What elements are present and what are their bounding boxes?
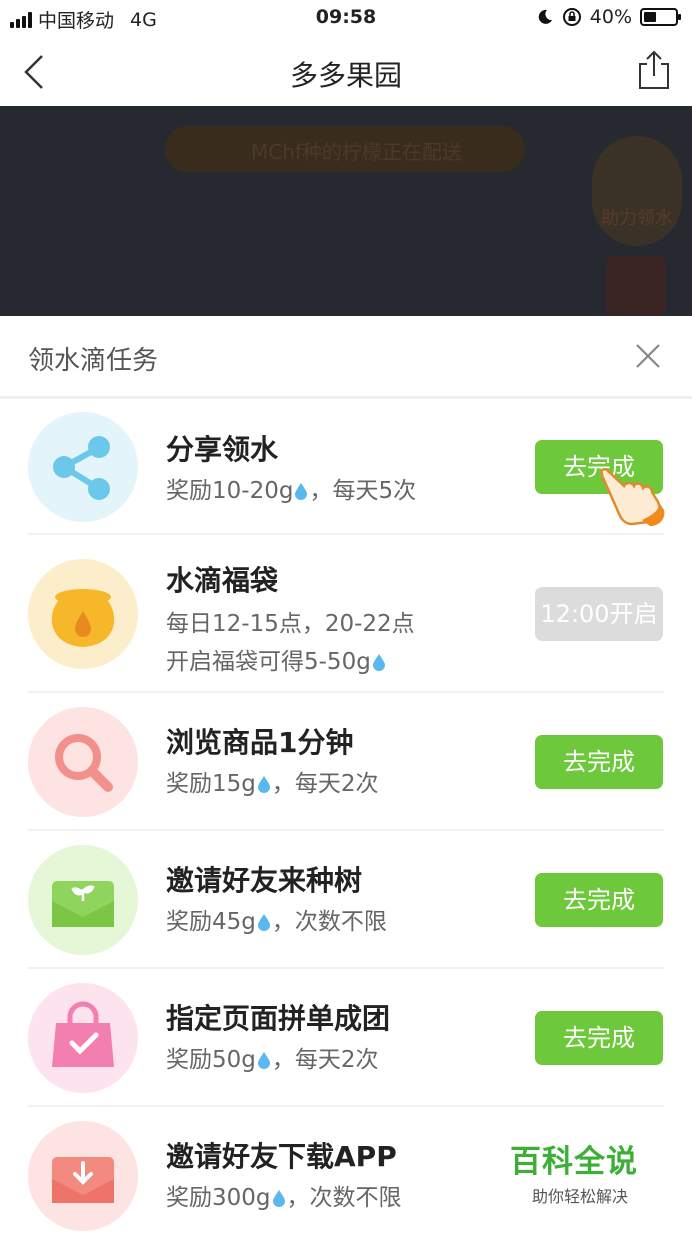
task-name: 邀请好友下载APP <box>166 1140 397 1173</box>
delivery-banner-text: MChf种的柠檬正在配送 <box>251 140 462 164</box>
lucky-bag-icon <box>28 559 138 669</box>
task-reward-limit: ，每天2次 <box>271 1047 379 1073</box>
heart-badge-icon <box>606 256 666 316</box>
water-drop-icon <box>257 776 270 793</box>
task-reward-limit: ，次数不限 <box>271 909 387 935</box>
task-reward-amount: 开启福袋可得5-50g <box>166 649 371 675</box>
task-browse: 浏览商品1分钟 奖励15g ，每天2次 去完成 <box>0 693 692 831</box>
navigation-bar: 多多果园 <box>0 36 692 106</box>
task-panel-title: 领水滴任务 <box>28 346 159 376</box>
task-reward-limit: ，每天5次 <box>309 478 417 504</box>
task-schedule: 每日12-15点，20-22点 <box>166 611 415 637</box>
envelope-sprout-icon <box>28 845 138 955</box>
do-task-button[interactable]: 去完成 <box>535 1011 663 1065</box>
task-name: 分享领水 <box>166 433 279 466</box>
water-drop-icon <box>372 654 385 671</box>
help-get-water-label: 助力领水 <box>601 208 673 229</box>
task-reward: 奖励10-20g ，每天5次 <box>166 472 416 510</box>
task-reward: 开启福袋可得5-50g <box>166 643 387 681</box>
water-drop-icon <box>257 914 270 931</box>
battery-percent: 40% <box>589 6 632 28</box>
task-name: 浏览商品1分钟 <box>166 726 354 759</box>
task-reward-amount: 奖励15g <box>166 771 256 797</box>
task-name: 指定页面拼单成团 <box>166 1002 391 1035</box>
task-reward-amount: 奖励50g <box>166 1047 256 1073</box>
moon-icon <box>538 9 552 24</box>
open-time-button: 12:00开启 <box>535 587 663 641</box>
status-right: 40% <box>536 6 681 28</box>
task-name: 水滴福袋 <box>166 564 279 597</box>
task-reward: 奖励45g ，次数不限 <box>166 903 387 941</box>
close-icon[interactable] <box>634 342 662 370</box>
delivery-banner: MChf种的柠檬正在配送 <box>165 126 525 172</box>
task-reward-amount: 奖励10-20g <box>166 478 294 504</box>
help-get-water-button: 助力领水 <box>592 136 682 246</box>
task-reward-limit: ，次数不限 <box>286 1185 402 1211</box>
page-title: 多多果园 <box>289 59 402 92</box>
pointing-hand-icon <box>600 467 665 526</box>
status-bar: 中国移动 4G 09:58 40% <box>0 0 692 36</box>
task-reward-amount: 奖励45g <box>166 909 256 935</box>
do-task-button[interactable]: 去完成 <box>535 735 663 789</box>
task-lucky-bag: 水滴福袋 每日12-15点，20-22点 开启福袋可得5-50g 12:00开启 <box>0 535 692 693</box>
shopping-bag-icon <box>28 983 138 1093</box>
task-reward: 奖励50g ，每天2次 <box>166 1041 379 1079</box>
task-reward-amount: 奖励300g <box>166 1185 271 1211</box>
rotation-lock-icon <box>562 8 581 26</box>
share-icon[interactable] <box>636 48 672 92</box>
magnifier-icon <box>28 707 138 817</box>
water-drop-icon <box>257 1052 270 1069</box>
task-panel-header: 领水滴任务 <box>0 316 692 399</box>
task-share: 分享领水 奖励10-20g ，每天5次 去完成 <box>0 398 692 535</box>
watermark: 百科全说 助你轻松解决 <box>510 1136 650 1207</box>
task-reward: 奖励300g ，次数不限 <box>166 1179 402 1217</box>
watermark-title: 百科全说 <box>510 1144 638 1180</box>
share-icon <box>28 412 138 522</box>
orchard-game-overlay: MChf种的柠檬正在配送 助力领水 <box>0 106 692 316</box>
do-task-button[interactable]: 去完成 <box>535 873 663 927</box>
task-name: 邀请好友来种树 <box>166 864 363 897</box>
download-envelope-icon <box>28 1121 138 1231</box>
battery-icon <box>640 8 681 26</box>
water-drop-icon <box>295 483 308 500</box>
task-invite-plant: 邀请好友来种树 奖励45g ，次数不限 去完成 <box>0 831 692 969</box>
task-group-order: 指定页面拼单成团 奖励50g ，每天2次 去完成 <box>0 969 692 1107</box>
watermark-subtitle: 助你轻松解决 <box>531 1187 628 1206</box>
task-reward-limit: ，每天2次 <box>271 771 379 797</box>
task-reward: 奖励15g ，每天2次 <box>166 765 379 803</box>
water-drop-icon <box>272 1190 285 1207</box>
